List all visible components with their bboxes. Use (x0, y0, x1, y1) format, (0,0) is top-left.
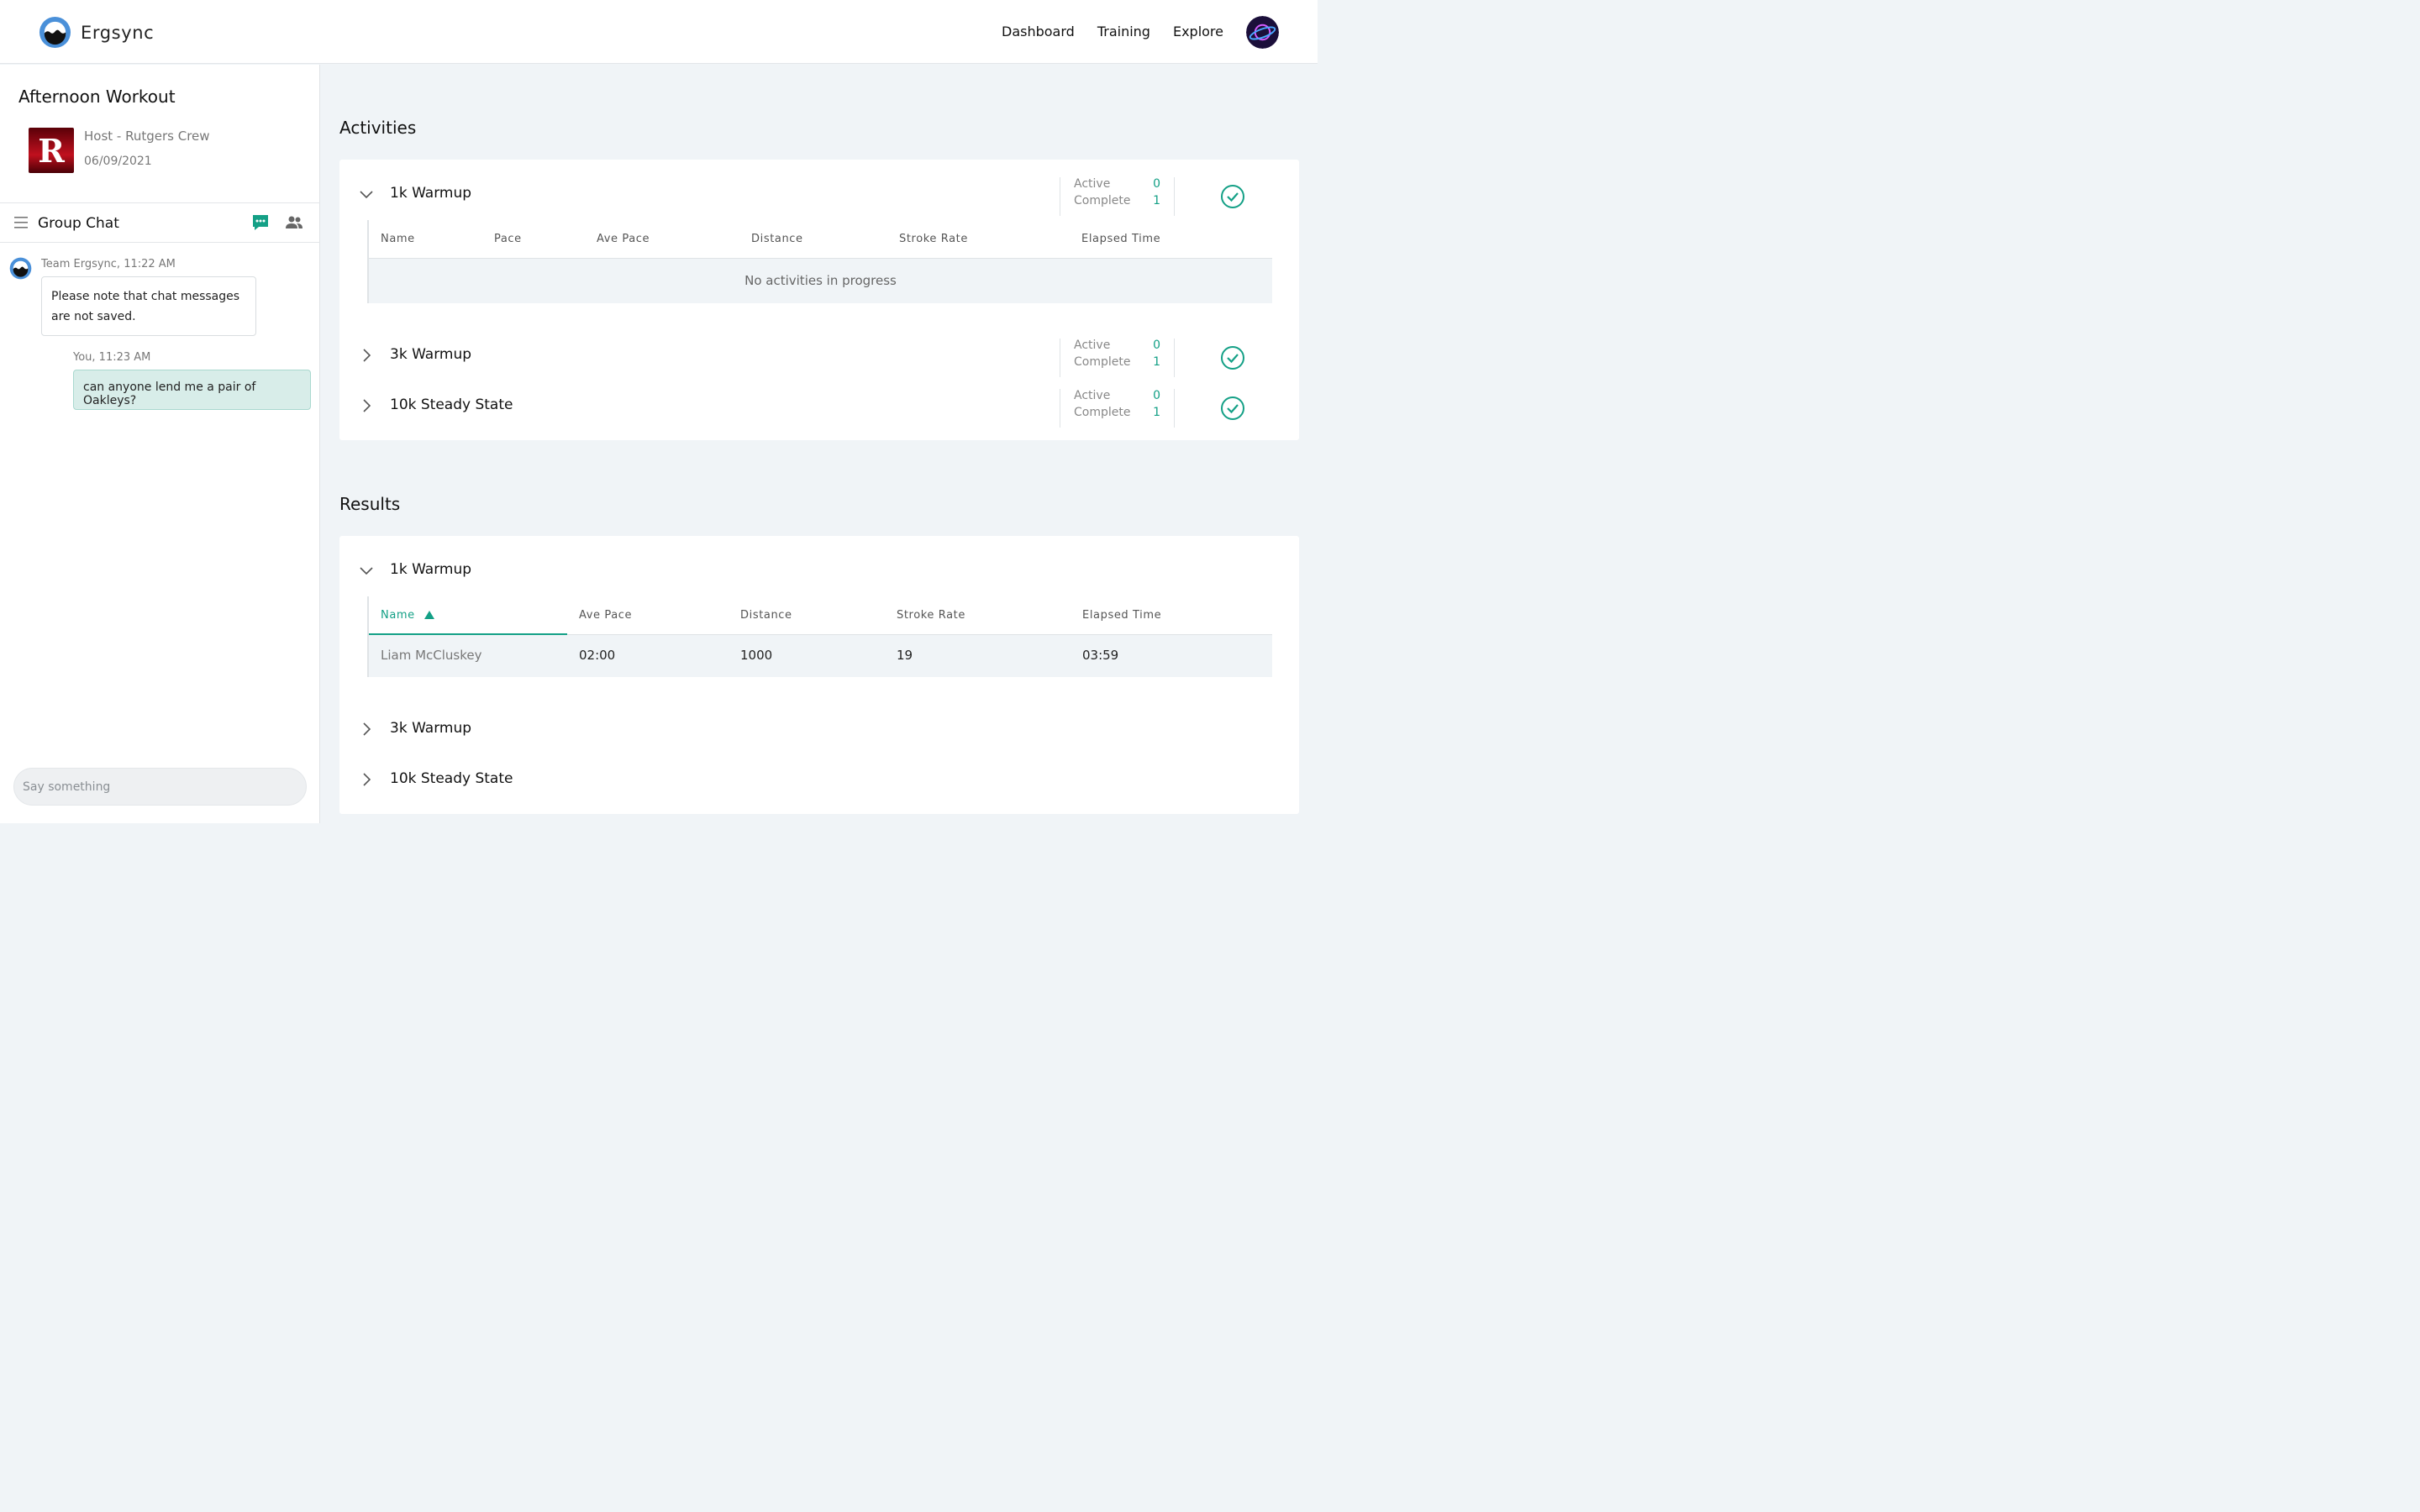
people-icon[interactable] (285, 214, 303, 231)
check-circle-icon (1221, 185, 1244, 208)
activities-title: Activities (339, 118, 417, 138)
active-label: Active (1074, 177, 1111, 191)
active-count: 0 (1153, 389, 1160, 402)
svg-text:R: R (38, 132, 65, 170)
nav-training[interactable]: Training (1097, 24, 1150, 39)
complete-label: Complete (1074, 355, 1131, 369)
active-label: Active (1074, 389, 1111, 402)
own-message-bubble: can anyone lend me a pair of Oakleys? (73, 370, 311, 410)
result-name: 3k Warmup (390, 720, 472, 737)
planet-avatar-icon (1246, 16, 1279, 49)
col-name[interactable]: Name (381, 233, 415, 245)
activity-name: 10k Steady State (390, 396, 513, 413)
brand-name: Ergsync (81, 22, 155, 43)
host-name: Host - Rutgers Crew (84, 129, 210, 144)
col-distance[interactable]: Distance (751, 233, 803, 245)
result-name: 1k Warmup (390, 561, 472, 578)
ergsync-logo-icon (39, 16, 71, 49)
results-card: 1k Warmup Name Ave Pace Distance Stroke … (339, 536, 1299, 814)
complete-label: Complete (1074, 194, 1131, 207)
top-navbar: Ergsync Dashboard Training Explore (0, 0, 1318, 64)
workout-title: Afternoon Workout (18, 87, 176, 107)
result-name: 10k Steady State (390, 770, 513, 787)
activity-stats: Active 0 Complete 1 (1060, 339, 1175, 377)
chevron-right-icon[interactable] (360, 773, 373, 786)
col-ave-pace[interactable]: Ave Pace (579, 609, 632, 622)
result-row[interactable]: 1k Warmup (339, 554, 1299, 587)
col-distance[interactable]: Distance (740, 609, 792, 622)
cell-elapsed-time: 03:59 (1082, 648, 1119, 663)
col-name[interactable]: Name (381, 609, 434, 622)
activity-row[interactable]: 3k Warmup Active 0 Complete 1 (339, 339, 1299, 377)
cell-stroke-rate: 19 (897, 648, 913, 663)
chat-header: Group Chat (0, 202, 320, 243)
message-meta: You, 11:23 AM (73, 351, 151, 364)
main-nav: Dashboard Training Explore (979, 24, 1223, 39)
chevron-right-icon[interactable] (360, 399, 373, 412)
complete-count: 1 (1153, 355, 1160, 369)
sort-ascending-icon (424, 611, 434, 619)
menu-icon[interactable] (14, 217, 28, 228)
nav-explore[interactable]: Explore (1173, 24, 1223, 39)
activities-card: 1k Warmup Active 0 Complete 1 Name Pace … (339, 160, 1299, 440)
activity-stats: Active 0 Complete 1 (1060, 177, 1175, 216)
workout-date: 06/09/2021 (84, 155, 152, 168)
chevron-down-icon[interactable] (360, 564, 373, 577)
chevron-right-icon[interactable] (360, 349, 373, 362)
table-row[interactable]: Liam McCluskey 02:00 1000 19 03:59 (369, 635, 1272, 677)
result-row[interactable]: 10k Steady State (339, 763, 1299, 796)
check-circle-icon (1221, 396, 1244, 420)
cell-ave-pace: 02:00 (579, 648, 616, 663)
message-meta: Team Ergsync, 11:22 AM (41, 258, 176, 270)
col-stroke-rate[interactable]: Stroke Rate (897, 609, 965, 622)
chat-bubble-icon[interactable] (251, 213, 270, 232)
empty-row: No activities in progress (369, 259, 1272, 303)
active-label: Active (1074, 339, 1111, 352)
complete-count: 1 (1153, 406, 1160, 419)
chevron-down-icon[interactable] (360, 187, 373, 201)
result-row[interactable]: 3k Warmup (339, 712, 1299, 746)
activity-row[interactable]: 1k Warmup Active 0 Complete 1 (339, 177, 1299, 216)
chat-title: Group Chat (38, 215, 119, 232)
activity-name: 1k Warmup (390, 185, 472, 202)
team-ergsync-avatar-icon (9, 257, 32, 280)
complete-label: Complete (1074, 406, 1131, 419)
brand[interactable]: Ergsync (39, 16, 154, 49)
activity-table: Name Pace Ave Pace Distance Stroke Rate … (367, 220, 1272, 303)
workout-sidebar: Afternoon Workout R Host - Rutgers Crew … (0, 65, 320, 823)
complete-count: 1 (1153, 194, 1160, 207)
chevron-right-icon[interactable] (360, 722, 373, 736)
table-header: Name Ave Pace Distance Stroke Rate Elaps… (369, 596, 1272, 635)
col-ave-pace[interactable]: Ave Pace (597, 233, 650, 245)
empty-message: No activities in progress (744, 273, 897, 288)
table-header: Name Pace Ave Pace Distance Stroke Rate … (369, 220, 1272, 259)
chat-input[interactable] (13, 768, 307, 806)
host-logo-icon: R (29, 128, 74, 173)
cell-distance: 1000 (740, 648, 773, 663)
col-elapsed-time[interactable]: Elapsed Time (1082, 609, 1161, 622)
cell-name: Liam McCluskey (381, 648, 482, 663)
activity-stats: Active 0 Complete 1 (1060, 389, 1175, 428)
active-count: 0 (1153, 177, 1160, 191)
profile-avatar[interactable] (1246, 16, 1279, 49)
active-count: 0 (1153, 339, 1160, 352)
activity-row[interactable]: 10k Steady State Active 0 Complete 1 (339, 389, 1299, 428)
nav-dashboard[interactable]: Dashboard (1002, 24, 1075, 39)
check-circle-icon (1221, 346, 1244, 370)
results-table: Name Ave Pace Distance Stroke Rate Elaps… (367, 596, 1272, 677)
col-stroke-rate[interactable]: Stroke Rate (899, 233, 968, 245)
activity-name: 3k Warmup (390, 346, 472, 363)
col-name-label: Name (381, 609, 415, 622)
message-bubble: Please note that chat messages are not s… (41, 276, 256, 336)
col-elapsed-time[interactable]: Elapsed Time (1081, 233, 1160, 245)
col-pace[interactable]: Pace (494, 233, 522, 245)
results-title: Results (339, 494, 401, 514)
